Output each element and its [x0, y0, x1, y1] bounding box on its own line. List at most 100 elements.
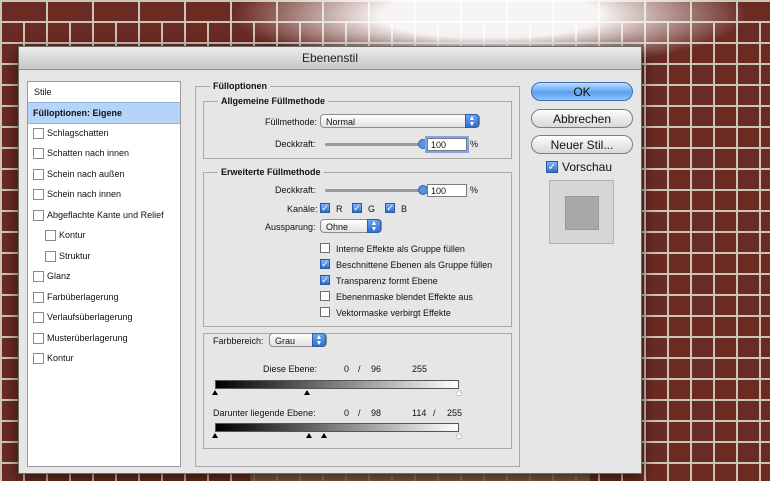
advanced-option-label: Ebenenmaske blendet Effekte aus	[336, 292, 473, 302]
sidebar-item-checkbox[interactable]	[33, 353, 44, 364]
underlying-value-1: 0	[344, 408, 350, 418]
chevron-updown-icon: ▲ ▼	[312, 333, 326, 347]
advanced-option-checkbox[interactable]	[320, 307, 330, 317]
cancel-button[interactable]: Abbrechen	[531, 109, 633, 128]
opacity-slider-track[interactable]	[325, 143, 423, 146]
blending-options-title: Fülloptionen	[210, 80, 270, 92]
sidebar-item-checkbox[interactable]	[33, 189, 44, 200]
blend-if-handle[interactable]	[212, 390, 218, 395]
channel-g-label: G	[368, 204, 376, 214]
sidebar-item-label: Schein nach außen	[47, 168, 125, 179]
sidebar-item[interactable]: Schein nach außen	[28, 164, 180, 184]
blend-if-value: Grau	[275, 336, 296, 346]
sidebar-item-checkbox[interactable]	[33, 127, 44, 139]
sidebar-item[interactable]: Verlaufsüberlagerung	[28, 307, 180, 327]
blend-if-handle[interactable]	[321, 433, 328, 438]
advanced-blending-title: Erweiterte Füllmethode	[218, 166, 324, 178]
advanced-option-checkbox[interactable]	[320, 243, 330, 253]
styles-list-header[interactable]: Stile	[28, 82, 180, 103]
sidebar-item-label: Struktur	[59, 250, 91, 261]
sidebar-item[interactable]: Musterüberlagerung	[28, 328, 180, 348]
sidebar-item[interactable]: Glanz	[28, 266, 180, 286]
fill-opacity-slider-track[interactable]	[325, 189, 423, 192]
blend-if-handle[interactable]	[456, 390, 462, 395]
sidebar-item[interactable]: Schatten nach innen	[28, 143, 180, 163]
sidebar-item-checkbox[interactable]	[33, 148, 44, 159]
blend-mode-select[interactable]: Normal ▲ ▼	[320, 114, 480, 128]
sidebar-item-label: Schatten nach innen	[47, 148, 130, 158]
sidebar-item-label: Kontur	[47, 353, 74, 363]
channel-r-label: R	[336, 204, 343, 214]
underlying-separator-1: /	[358, 408, 361, 418]
preview-checkbox[interactable]: ✓	[546, 161, 558, 173]
channel-b-checkbox[interactable]: ✓	[385, 203, 395, 213]
sidebar-item-checkbox[interactable]	[45, 230, 56, 241]
fill-opacity-label: Deckkraft:	[275, 185, 316, 195]
underlying-value-3: 114	[412, 408, 427, 418]
knockout-label: Aussparung:	[265, 222, 316, 232]
new-style-button[interactable]: Neuer Stil...	[531, 135, 633, 154]
sidebar-item[interactable]: Fülloptionen: Eigene	[28, 102, 180, 124]
opacity-input[interactable]: 100	[427, 138, 467, 151]
advanced-option-checkbox[interactable]	[320, 291, 330, 301]
channel-r-checkbox[interactable]: ✓	[320, 203, 330, 213]
fill-opacity-input[interactable]: 100	[427, 184, 467, 197]
blend-if-handle[interactable]	[456, 433, 462, 438]
chevron-updown-icon: ▲ ▼	[465, 114, 479, 128]
advanced-option-label: Vektormaske verbirgt Effekte	[336, 308, 451, 318]
sidebar-item-label: Fülloptionen: Eigene	[33, 108, 122, 118]
sidebar-item[interactable]: Kontur	[28, 348, 180, 368]
opacity-unit: %	[470, 139, 479, 149]
this-layer-value-3: 255	[412, 364, 428, 374]
advanced-option-checkbox[interactable]: ✓	[320, 275, 330, 285]
chevron-updown-icon: ▲ ▼	[367, 219, 381, 233]
sidebar-item[interactable]: Abgeflachte Kante und Relief	[28, 205, 180, 225]
sidebar-item[interactable]: Struktur	[28, 246, 180, 266]
advanced-option-checkbox[interactable]: ✓	[320, 259, 330, 269]
sidebar-item-checkbox[interactable]	[33, 332, 44, 344]
sidebar-item-checkbox[interactable]	[33, 291, 44, 303]
preview-label: Vorschau	[562, 160, 613, 174]
blend-if-handle[interactable]	[303, 390, 310, 395]
dialog-title: Ebenenstil	[19, 47, 641, 70]
blend-if-label: Farbbereich:	[213, 336, 264, 346]
blend-mode-label: Füllmethode:	[265, 117, 318, 127]
sidebar-item-checkbox[interactable]	[45, 250, 56, 262]
sidebar-item[interactable]: Schlagschatten	[28, 123, 180, 143]
channel-g-checkbox[interactable]: ✓	[352, 203, 362, 213]
sidebar-item-label: Musterüberlagerung	[47, 332, 128, 343]
blend-if-handle[interactable]	[212, 433, 218, 438]
opacity-label: Deckkraft:	[275, 139, 316, 149]
sidebar-item-checkbox[interactable]	[33, 168, 44, 180]
sidebar-item-label: Glanz	[47, 271, 71, 281]
advanced-option-label: Interne Effekte als Gruppe füllen	[336, 244, 465, 254]
sidebar-item-checkbox[interactable]	[33, 312, 44, 323]
sidebar-item[interactable]: Schein nach innen	[28, 184, 180, 204]
sidebar-item[interactable]: Kontur	[28, 225, 180, 245]
this-layer-separator: /	[358, 364, 361, 374]
underlying-gradient-bar[interactable]	[215, 423, 459, 432]
blend-if-select[interactable]: Grau ▲ ▼	[269, 333, 327, 347]
styles-list: Stile Fülloptionen: Eigene Schlagschatten…	[27, 81, 181, 467]
sidebar-item[interactable]: Farbüberlagerung	[28, 287, 180, 307]
underlying-value-4: 255	[447, 408, 463, 418]
this-layer-label: Diese Ebene:	[263, 364, 318, 374]
ok-button[interactable]: OK	[531, 82, 633, 101]
layer-style-dialog: Ebenenstil Stile Fülloptionen: Eigene Sch…	[18, 46, 642, 474]
channels-label: Kanäle:	[287, 204, 318, 214]
this-layer-value-2: 96	[371, 364, 382, 374]
sidebar-item-label: Schein nach innen	[47, 189, 122, 199]
sidebar-item-label: Abgeflachte Kante und Relief	[47, 209, 164, 220]
knockout-select[interactable]: Ohne ▲ ▼	[320, 219, 382, 233]
underlying-value-2: 98	[371, 408, 382, 418]
blend-if-handle[interactable]	[305, 433, 312, 438]
knockout-value: Ohne	[326, 222, 349, 232]
advanced-option-label: Transparenz formt Ebene	[336, 276, 438, 286]
this-layer-gradient-bar[interactable]	[215, 380, 459, 389]
sidebar-item-checkbox[interactable]	[33, 271, 44, 282]
this-layer-value-1: 0	[344, 364, 350, 374]
advanced-option-label: Beschnittene Ebenen als Gruppe füllen	[336, 260, 493, 270]
channel-b-label: B	[401, 204, 408, 214]
sidebar-item-checkbox[interactable]	[33, 209, 44, 221]
underlying-separator-2: /	[433, 408, 436, 418]
